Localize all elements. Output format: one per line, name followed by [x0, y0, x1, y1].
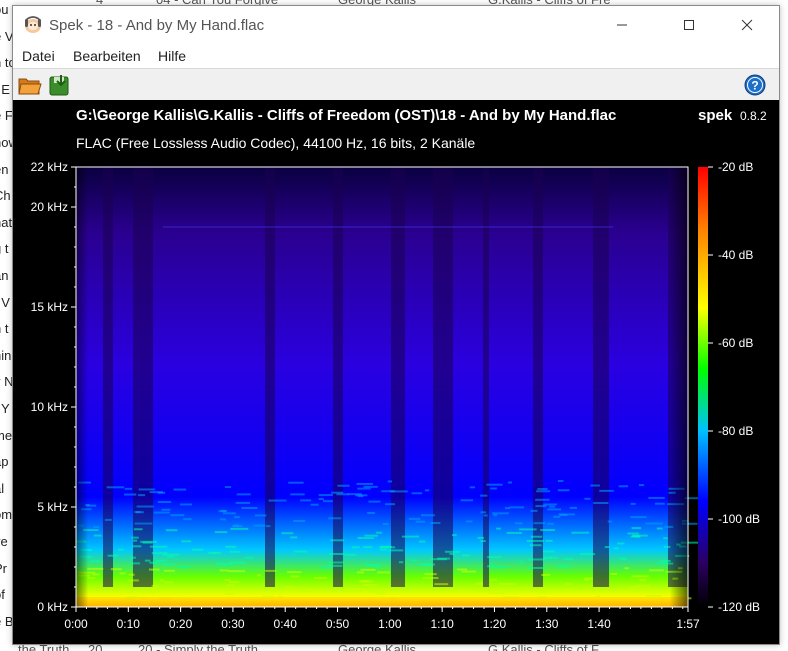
- time-axis: 0:00 0:10 0:20 0:30 0:40 0:50 1:00 1:10 1:20 1:30…: [64, 607, 700, 631]
- close-button[interactable]: [724, 6, 770, 44]
- time-tick-label: 1:00: [378, 617, 402, 631]
- time-tick-label: 1:20: [483, 617, 507, 631]
- db-tick-label: -60 dB: [718, 336, 753, 350]
- background-text-fragment: t E: [0, 81, 10, 97]
- frequency-tick-label: 10 kHz: [31, 400, 68, 414]
- background-text-fragment: om: [0, 507, 13, 523]
- menu-bearbeiten[interactable]: Bearbeiten: [73, 48, 141, 64]
- menu-bar: Datei Bearbeiten Hilfe: [13, 44, 779, 68]
- background-text-fragment: hin: [0, 347, 12, 363]
- background-text-fragment: f V: [0, 294, 10, 310]
- background-text-fragment: me: [0, 427, 13, 443]
- background-text-fragment: en: [0, 161, 9, 177]
- frequency-axis: 22 kHz 20 kHz 15 kHz 10 kHz 5 kHz 0 kHz: [31, 160, 76, 614]
- toolbar: ?: [13, 68, 779, 101]
- close-icon: [741, 19, 753, 31]
- time-tick-label: 1:57: [676, 617, 700, 631]
- spek-window: Spek - 18 - And by My Hand.flac Datei Be…: [12, 5, 780, 645]
- db-tick-label: -20 dB: [718, 160, 753, 174]
- window-title: Spek - 18 - And by My Hand.flac: [49, 17, 265, 34]
- frequency-tick-label: 20 kHz: [31, 200, 68, 214]
- background-text-fragment: ap: [0, 454, 9, 470]
- time-tick-label: 1:30: [535, 617, 559, 631]
- maximize-button[interactable]: [666, 6, 712, 44]
- background-text-fragment: ve: [0, 534, 8, 549]
- background-text-fragment: Pr: [0, 560, 7, 576]
- time-tick-label: 1:40: [587, 617, 611, 631]
- background-text-fragment: n t: [0, 321, 9, 337]
- help-icon[interactable]: ?: [743, 73, 767, 97]
- time-tick-label: 0:00: [64, 617, 88, 631]
- title-bar[interactable]: Spek - 18 - And by My Hand.flac: [13, 6, 779, 44]
- maximize-icon: [684, 20, 694, 30]
- frequency-tick-label: 15 kHz: [31, 300, 68, 314]
- file-path: G:\George Kallis\G.Kallis - Cliffs of Fr…: [76, 107, 617, 124]
- db-color-scale: [698, 167, 708, 607]
- folder-open-icon[interactable]: [17, 73, 43, 97]
- spectrogram-heatmap: [76, 167, 700, 607]
- spek-version: 0.8.2: [740, 109, 767, 123]
- background-text-fragment: an: [0, 268, 9, 283]
- background-text-fragment: g t: [0, 241, 9, 257]
- svg-text:?: ?: [751, 79, 758, 93]
- background-text-fragment: of: [0, 587, 5, 603]
- menu-hilfe[interactable]: Hilfe: [158, 48, 186, 64]
- frequency-tick-label: 5 kHz: [37, 500, 68, 514]
- background-text-fragment: nat: [0, 214, 13, 230]
- minimize-icon: [617, 24, 627, 26]
- frequency-tick-label: 0 kHz: [37, 600, 68, 614]
- spek-app-icon: [25, 16, 41, 33]
- file-info: FLAC (Free Lossless Audio Codec), 44100 …: [76, 135, 476, 151]
- db-tick-label: -120 dB: [718, 600, 760, 614]
- minimize-button[interactable]: [599, 6, 645, 44]
- db-tick-label: -100 dB: [718, 512, 760, 526]
- background-text-fragment: e F: [0, 108, 13, 124]
- time-tick-label: 0:20: [169, 617, 193, 631]
- db-tick-label: -40 dB: [718, 248, 753, 262]
- time-tick-label: 0:50: [326, 617, 350, 631]
- time-tick-label: 0:10: [117, 617, 141, 631]
- background-text-fragment: al: [0, 480, 5, 496]
- frequency-tick-label: 22 kHz: [31, 160, 68, 174]
- menu-datei[interactable]: Datei: [22, 48, 55, 64]
- spectrogram-chart: 22 kHz20 kHz15 kHz10 kHz5 kHz0 kHz 0:00 0…: [31, 160, 760, 631]
- save-icon[interactable]: [47, 73, 73, 97]
- background-text-fragment: Ch: [0, 188, 11, 204]
- time-tick-label: 0:30: [221, 617, 245, 631]
- background-text-fragment: t Y: [0, 401, 10, 416]
- time-tick-label: 1:10: [430, 617, 454, 631]
- spectrogram-view: 22 kHz 20 kHz 15 kHz 10 kHz 5 kHz 0 kHz 0:00 0…: [13, 100, 779, 644]
- time-tick-label: 0:40: [274, 617, 298, 631]
- spek-app-name: spek: [698, 107, 733, 124]
- db-tick-label: -80 dB: [718, 424, 753, 438]
- db-axis: -20 dB -40 dB -60 dB -80 dB -100 dB -120 dB: [708, 160, 760, 614]
